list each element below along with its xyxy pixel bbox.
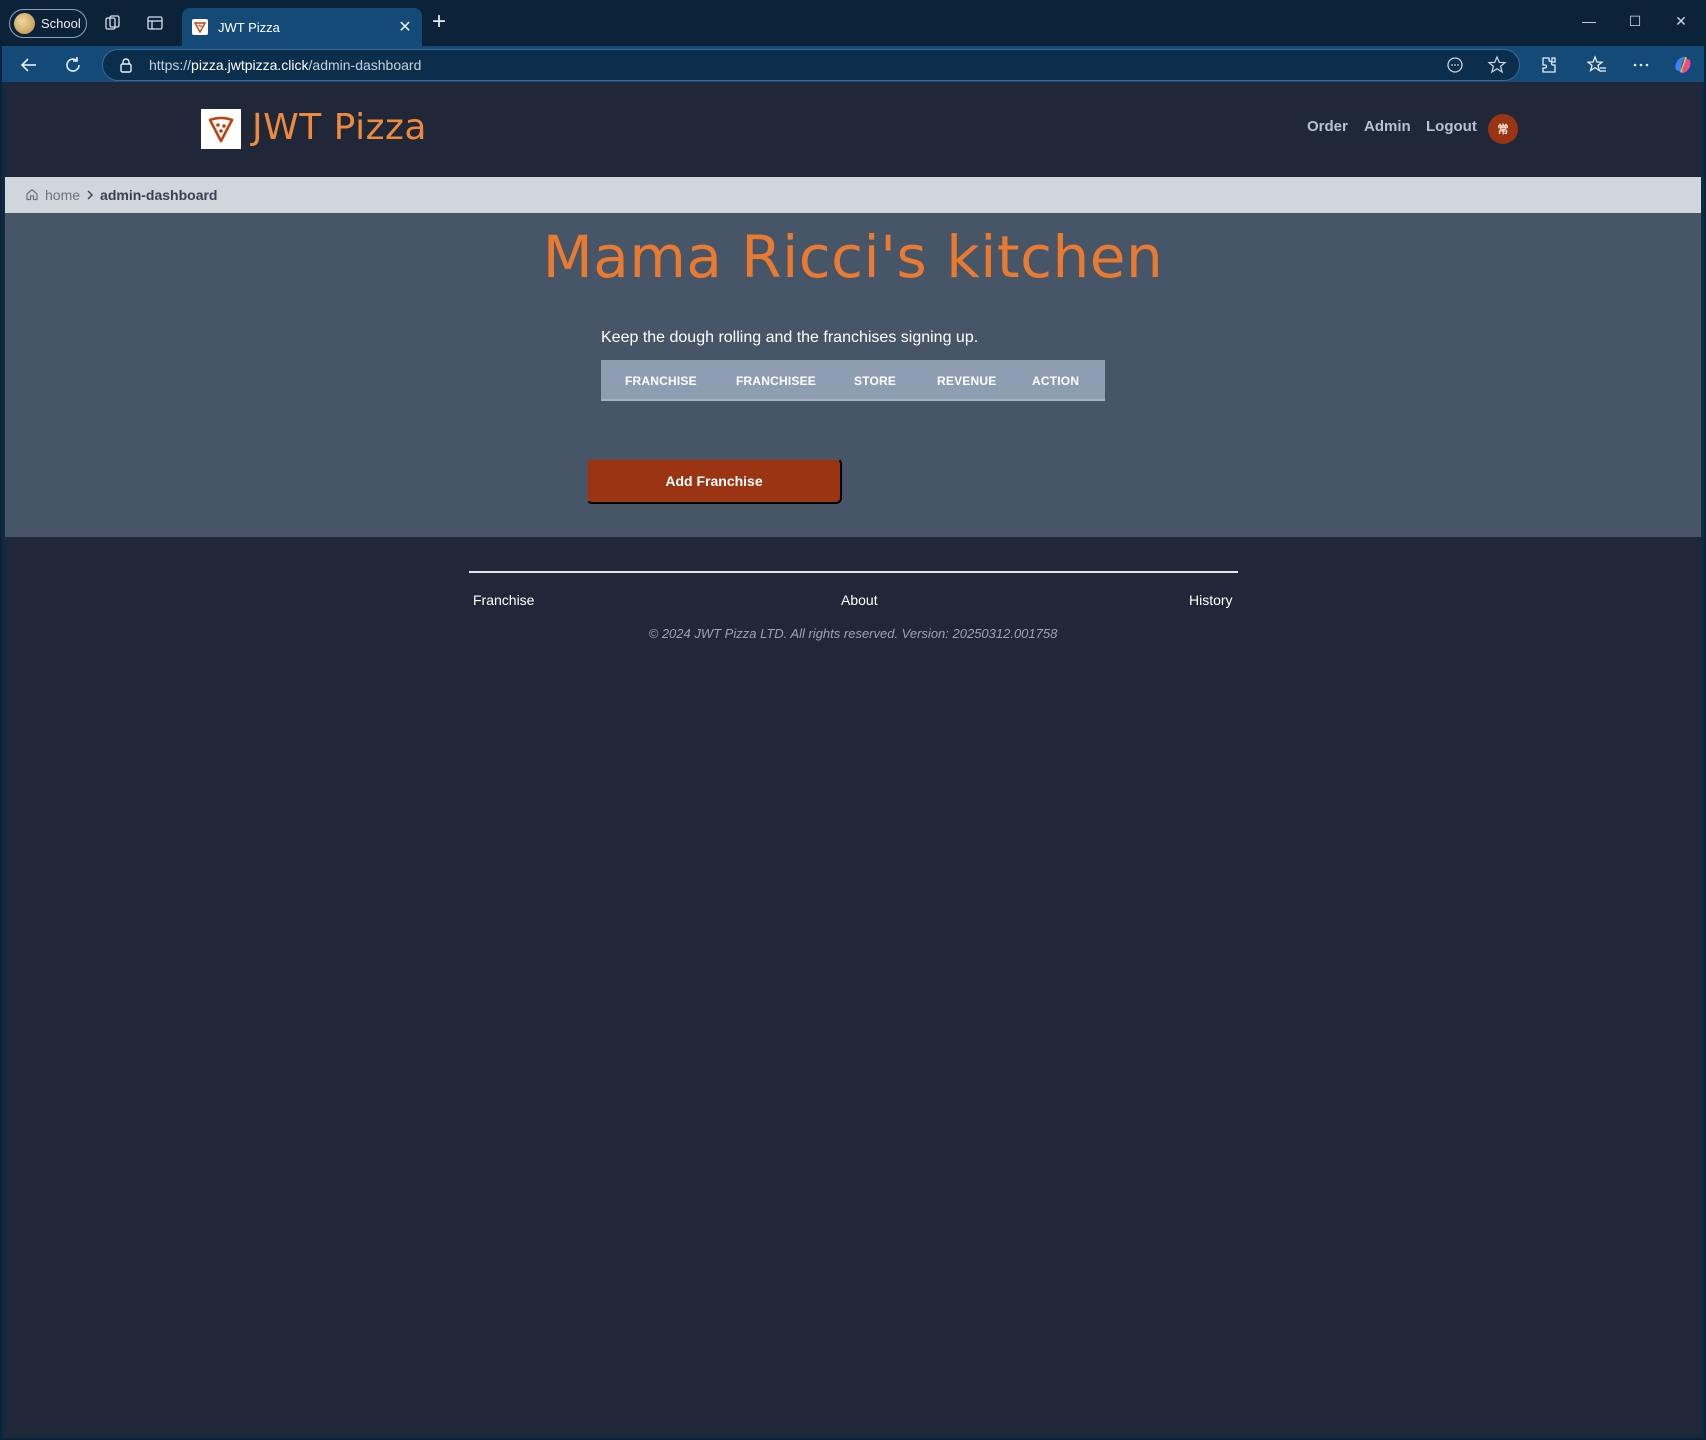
more-options-icon[interactable] (1628, 52, 1654, 78)
user-avatar[interactable]: 常 (1488, 114, 1518, 144)
brand-name[interactable]: JWT Pizza (252, 107, 427, 148)
profile-label: School (41, 16, 81, 31)
maximize-icon[interactable]: ☐ (1620, 10, 1650, 32)
home-icon[interactable] (25, 187, 39, 204)
admin-dashboard-main: Mama Ricci's kitchen Keep the dough roll… (5, 213, 1701, 537)
chevron-right-icon (86, 187, 94, 203)
url-scheme: https:// (149, 57, 192, 73)
footer-about-link[interactable]: About (841, 592, 878, 608)
column-header-franchisee: FRANCHISEE (736, 374, 817, 388)
workspaces-icon[interactable] (102, 12, 124, 34)
column-header-action: ACTION (1032, 374, 1080, 388)
lock-icon[interactable] (119, 57, 133, 76)
nav-logout-link[interactable]: Logout (1426, 118, 1477, 135)
close-tab-icon[interactable]: ✕ (396, 18, 414, 36)
reader-mode-icon[interactable] (1445, 55, 1465, 78)
breadcrumb-current: admin-dashboard (100, 187, 218, 203)
page-viewport: JWT Pizza Order Admin Logout 常 home admi… (5, 82, 1701, 1437)
breadcrumb-home-link[interactable]: home (45, 187, 80, 203)
minimize-icon[interactable]: — (1574, 10, 1604, 32)
breadcrumb: home admin-dashboard (5, 177, 1701, 213)
column-header-franchise: FRANCHISE (625, 374, 697, 388)
column-header-store: STORE (854, 374, 897, 388)
franchise-table-header: FRANCHISE FRANCHISEE STORE REVENUE ACTIO… (601, 360, 1105, 401)
nav-order-link[interactable]: Order (1307, 118, 1348, 135)
site-header: JWT Pizza Order Admin Logout 常 (5, 82, 1701, 177)
avatar-initials: 常 (1497, 124, 1509, 136)
footer-divider (469, 571, 1238, 573)
pizza-favicon-icon (192, 19, 208, 35)
page-tagline: Keep the dough rolling and the franchise… (601, 329, 979, 346)
pizza-logo-icon[interactable] (201, 109, 241, 149)
browser-toolbar: https://pizza.jwtpizza.click/admin-dashb… (0, 46, 1706, 82)
browser-tab-bar: School JWT Pizza ✕ + — ☐ ✕ (0, 0, 1706, 46)
extensions-icon[interactable] (1536, 52, 1562, 78)
new-tab-icon[interactable]: + (432, 10, 446, 34)
footer-franchise-link[interactable]: Franchise (473, 592, 534, 608)
url-path: /admin-dashboard (308, 57, 422, 73)
page-title: Mama Ricci's kitchen (542, 223, 1164, 291)
footer-copyright: © 2024 JWT Pizza LTD. All rights reserve… (648, 626, 1058, 641)
nav-admin-link[interactable]: Admin (1364, 118, 1411, 135)
back-arrow-icon[interactable] (16, 52, 42, 78)
tab-jwt-pizza[interactable]: JWT Pizza ✕ (182, 8, 422, 46)
tab-title: JWT Pizza (218, 19, 280, 35)
favorites-icon[interactable] (1584, 52, 1610, 78)
profile-button[interactable]: School (9, 9, 87, 38)
profile-avatar (14, 13, 35, 34)
column-header-revenue: REVENUE (937, 374, 997, 388)
url-host: pizza.jwtpizza.click (191, 57, 309, 73)
favorite-star-icon[interactable] (1487, 55, 1507, 78)
site-footer: Franchise About History © 2024 JWT Pizza… (5, 537, 1701, 1437)
address-bar[interactable]: https://pizza.jwtpizza.click/admin-dashb… (102, 49, 1520, 81)
refresh-icon[interactable] (60, 52, 86, 78)
copilot-icon[interactable] (1670, 52, 1696, 78)
add-franchise-button[interactable]: Add Franchise (586, 458, 842, 504)
footer-history-link[interactable]: History (1189, 592, 1233, 608)
tab-actions-icon[interactable] (144, 12, 166, 34)
close-window-icon[interactable]: ✕ (1666, 10, 1696, 32)
